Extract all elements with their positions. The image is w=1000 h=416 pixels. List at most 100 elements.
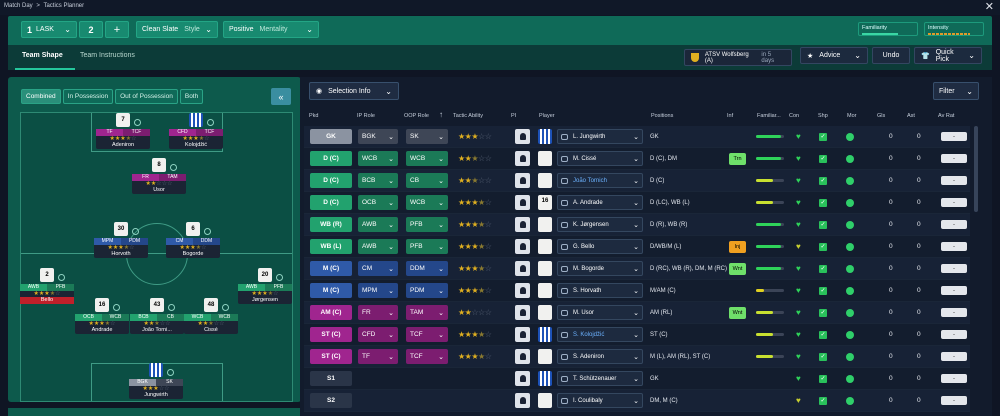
position-button[interactable]: D (C) bbox=[310, 151, 352, 166]
player-instructions-button[interactable] bbox=[515, 393, 530, 408]
breadcrumb-tactics-planner[interactable]: Tactics Planner bbox=[43, 3, 84, 9]
col-shp[interactable]: Shp bbox=[818, 113, 828, 119]
ip-role-select[interactable]: OCB ⌄ bbox=[358, 195, 398, 210]
table-row[interactable]: ST (C) TF ⌄ TCF ⌄ ★★★★☆ S. Adeniron ⌄ M (L), AM … bbox=[304, 346, 970, 368]
player-select[interactable]: S. Kolojdžić ⌄ bbox=[557, 327, 643, 342]
table-row[interactable]: GK BGK ⌄ SK ⌄ ★★★☆☆ L. Jungwirth ⌄ GK ♥ ✓ 0 0- bbox=[304, 126, 970, 148]
player-select[interactable]: G. Bello ⌄ bbox=[557, 239, 643, 254]
col-familiarity[interactable]: Familiar... bbox=[757, 113, 781, 119]
oop-role-select[interactable]: PDM ⌄ bbox=[406, 283, 448, 298]
col-ip-role[interactable]: IP Role bbox=[357, 113, 375, 119]
player-instructions-button[interactable] bbox=[515, 327, 530, 342]
tab-both[interactable]: Both bbox=[179, 89, 204, 104]
player-instructions-button[interactable] bbox=[515, 217, 530, 232]
position-button[interactable]: WB (R) bbox=[310, 217, 352, 232]
intensity-meter[interactable]: Intensity bbox=[924, 22, 984, 36]
col-ast[interactable]: Ast bbox=[907, 113, 915, 119]
player-select[interactable]: I. Coulibaly ⌄ bbox=[557, 393, 643, 408]
status-badge[interactable]: Wnt bbox=[729, 306, 746, 319]
position-button[interactable]: M (C) bbox=[310, 283, 352, 298]
col-positions[interactable]: Positions bbox=[651, 113, 673, 119]
next-match-info[interactable]: ATSV Wolfsberg (A) in 5 days bbox=[684, 49, 792, 66]
position-button[interactable]: ST (C) bbox=[310, 349, 352, 364]
table-row[interactable]: M (C) MPM ⌄ PDM ⌄ ★★★★☆ S. Horvath ⌄ M/AM (C) ♥ ✓ 0… bbox=[304, 280, 970, 302]
tab-team-shape[interactable]: Team Shape bbox=[22, 52, 63, 59]
player-instructions-button[interactable] bbox=[515, 173, 530, 188]
ip-role-select[interactable]: TF ⌄ bbox=[358, 349, 398, 364]
oop-role-select[interactable]: SK ⌄ bbox=[406, 129, 448, 144]
player-instructions-button[interactable] bbox=[515, 195, 530, 210]
style-select[interactable]: Clean Slate Style ⌄ bbox=[136, 21, 218, 38]
table-row[interactable]: WB (R) AWB ⌄ PFB ⌄ ★★★★☆ K. Jørgensen ⌄ D (R), W… bbox=[304, 214, 970, 236]
table-row[interactable]: M (C) CM ⌄ DDM ⌄ ★★★★☆ M. Bogorde ⌄ D (RC), WB (… bbox=[304, 258, 970, 280]
oop-role-select[interactable]: TCF ⌄ bbox=[406, 327, 448, 342]
position-button[interactable]: WB (L) bbox=[310, 239, 352, 254]
col-player[interactable]: Player bbox=[539, 113, 555, 119]
col-gls[interactable]: Gls bbox=[877, 113, 885, 119]
breadcrumb-match-day[interactable]: Match Day bbox=[4, 3, 33, 9]
col-tactic-ability[interactable]: Tactic Ability bbox=[453, 113, 483, 119]
sort-arrow-icon[interactable]: ↑ bbox=[439, 110, 443, 119]
table-row[interactable]: WB (L) AWB ⌄ PFB ⌄ ★★★★☆ G. Bello ⌄ D/WB/M (L) In… bbox=[304, 236, 970, 258]
tab-out-of-possession[interactable]: Out of Possession bbox=[115, 89, 178, 104]
col-pi[interactable]: PI bbox=[511, 113, 516, 119]
col-oop-role[interactable]: OOP Role bbox=[404, 113, 429, 119]
table-row[interactable]: D (C) WCB ⌄ WCB ⌄ ★★★☆☆ M. Cissé ⌄ D (C), DM Trn ♥… bbox=[304, 148, 970, 170]
player-instructions-button[interactable] bbox=[515, 261, 530, 276]
table-row[interactable]: S2 I. Coulibaly ⌄ DM, M (C) ♥ ✓ 0 0 - bbox=[304, 390, 970, 412]
col-inf[interactable]: Inf bbox=[727, 113, 733, 119]
status-badge[interactable]: Trn bbox=[729, 152, 746, 165]
quick-pick-button[interactable]: 👕 Quick Pick ⌄ bbox=[914, 47, 982, 64]
position-button[interactable]: S2 bbox=[310, 393, 352, 408]
oop-role-select[interactable]: TAM ⌄ bbox=[406, 305, 448, 320]
oop-role-select[interactable]: DDM ⌄ bbox=[406, 261, 448, 276]
col-av-rat[interactable]: Av Rat bbox=[938, 113, 954, 119]
status-badge[interactable]: Inj bbox=[729, 240, 746, 253]
col-pkd[interactable]: Pkd bbox=[309, 113, 318, 119]
player-select[interactable]: M. Cissé ⌄ bbox=[557, 151, 643, 166]
player-instructions-button[interactable] bbox=[515, 151, 530, 166]
position-button[interactable]: GK bbox=[310, 129, 352, 144]
oop-role-select[interactable]: PFB ⌄ bbox=[406, 217, 448, 232]
position-button[interactable]: D (C) bbox=[310, 173, 352, 188]
close-icon[interactable]: ✕ bbox=[985, 0, 994, 13]
familiarity-meter[interactable]: Familiarity bbox=[858, 22, 918, 36]
oop-role-select[interactable]: PFB ⌄ bbox=[406, 239, 448, 254]
tactic-slot-2-button[interactable]: 2 bbox=[79, 21, 103, 38]
ip-role-select[interactable]: BCB ⌄ bbox=[358, 173, 398, 188]
ip-role-select[interactable]: BGK ⌄ bbox=[358, 129, 398, 144]
player-select[interactable]: M. Usor ⌄ bbox=[557, 305, 643, 320]
tab-combined[interactable]: Combined bbox=[21, 89, 61, 104]
player-select[interactable]: S. Adeniron ⌄ bbox=[557, 349, 643, 364]
filter-button[interactable]: Filter ⌄ bbox=[933, 82, 979, 100]
ip-role-select[interactable]: FR ⌄ bbox=[358, 305, 398, 320]
mentality-select[interactable]: Positive Mentality ⌄ bbox=[223, 21, 319, 38]
tactic-slot-1-select[interactable]: 1 LASK ⌄ bbox=[21, 21, 77, 38]
ip-role-select[interactable]: CM ⌄ bbox=[358, 261, 398, 276]
ip-role-select[interactable]: CFD ⌄ bbox=[358, 327, 398, 342]
position-button[interactable]: D (C) bbox=[310, 195, 352, 210]
table-row[interactable]: ST (C) CFD ⌄ TCF ⌄ ★★★★☆ S. Kolojdžić ⌄ ST (C) ♥ ✓… bbox=[304, 324, 970, 346]
selection-info-select[interactable]: ◉ Selection Info ⌄ bbox=[309, 82, 399, 100]
tab-team-instructions[interactable]: Team Instructions bbox=[80, 52, 135, 59]
oop-role-select[interactable]: TCF ⌄ bbox=[406, 349, 448, 364]
player-instructions-button[interactable] bbox=[515, 371, 530, 386]
player-select[interactable]: João Tornich ⌄ bbox=[557, 173, 643, 188]
player-select[interactable]: K. Jørgensen ⌄ bbox=[557, 217, 643, 232]
position-button[interactable]: ST (C) bbox=[310, 327, 352, 342]
ip-role-select[interactable]: AWB ⌄ bbox=[358, 217, 398, 232]
player-select[interactable]: A. Andrade ⌄ bbox=[557, 195, 643, 210]
ip-role-select[interactable]: MPM ⌄ bbox=[358, 283, 398, 298]
col-mor[interactable]: Mor bbox=[847, 113, 856, 119]
undo-button[interactable]: Undo bbox=[872, 47, 910, 64]
player-select[interactable]: L. Jungwirth ⌄ bbox=[557, 129, 643, 144]
player-instructions-button[interactable] bbox=[515, 283, 530, 298]
ip-role-select[interactable]: AWB ⌄ bbox=[358, 239, 398, 254]
position-button[interactable]: S1 bbox=[310, 371, 352, 386]
advice-button[interactable]: ★ Advice ⌄ bbox=[800, 47, 868, 64]
scrollbar[interactable] bbox=[974, 126, 978, 212]
add-tactic-button[interactable]: + bbox=[105, 21, 129, 38]
oop-role-select[interactable]: WCB ⌄ bbox=[406, 151, 448, 166]
ip-role-select[interactable]: WCB ⌄ bbox=[358, 151, 398, 166]
table-row[interactable]: AM (C) FR ⌄ TAM ⌄ ★★☆☆☆ M. Usor ⌄ AM (RL) Wnt ♥ ✓ 0 0… bbox=[304, 302, 970, 324]
